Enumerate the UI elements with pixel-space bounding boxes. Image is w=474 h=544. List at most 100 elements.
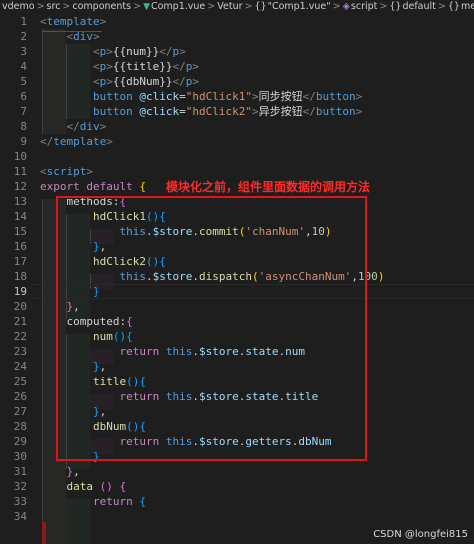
line-number: 15	[13, 225, 27, 238]
code-text: <script>	[40, 164, 93, 179]
code-line[interactable]: 1 <template>	[0, 14, 474, 29]
code-token: <	[92, 45, 100, 58]
breadcrumb-item-script[interactable]: script	[351, 1, 377, 12]
module-braces-icon: {}	[254, 1, 267, 12]
line-number: 24	[13, 360, 27, 373]
code-token: >	[106, 45, 113, 58]
line-number: 22	[13, 330, 27, 343]
code-text: button @click="hdClick2">异步按钮</button>	[40, 104, 362, 119]
code-text: <p>{{num}}</p>	[40, 44, 186, 59]
line-number: 30	[13, 450, 27, 463]
code-line[interactable]: 5 <p>{{dbNum}}</p>	[0, 74, 474, 89]
code-token: {	[139, 180, 146, 193]
code-token: </	[66, 120, 80, 133]
code-token: 异步按钮	[258, 105, 303, 118]
breadcrumb-item-module[interactable]: "Comp1.vue"	[268, 1, 331, 12]
code-token: >	[192, 60, 199, 73]
code-token: >	[192, 75, 199, 88]
watermark: CSDN @longfei815	[373, 529, 468, 540]
breadcrumb-item-components[interactable]: components	[72, 1, 131, 12]
line-number: 21	[13, 315, 27, 328]
code-token: >	[99, 120, 107, 133]
line-number: 27	[13, 405, 27, 418]
line-number: 33	[13, 495, 27, 508]
code-token: button	[92, 105, 133, 118]
code-token: </	[302, 105, 316, 118]
line-number: 14	[13, 210, 27, 223]
line-number: 10	[13, 150, 27, 163]
code-line[interactable]: 9 </template>	[0, 134, 474, 149]
code-token: div	[79, 120, 100, 133]
code-line[interactable]: 11 <script>	[0, 164, 474, 179]
code-token: "hdClick1"	[185, 90, 252, 103]
code-token: {{title}}	[112, 60, 173, 73]
code-text: <template>	[40, 14, 106, 29]
code-line[interactable]: 33 return {	[0, 494, 474, 509]
code-text: </div>	[40, 119, 107, 134]
code-text: <p>{{title}}</p>	[40, 59, 199, 74]
code-token: {	[139, 495, 146, 508]
code-token: >	[179, 45, 186, 58]
code-line[interactable]: 4 <p>{{title}}</p>	[0, 59, 474, 74]
code-text: },	[40, 464, 80, 479]
line-number: 29	[13, 435, 27, 448]
breadcrumb-separator: >	[207, 1, 216, 12]
line-number: 5	[20, 75, 27, 88]
line-number: 2	[20, 30, 27, 43]
code-line[interactable]: 3 <p>{{num}}</p>	[0, 44, 474, 59]
breadcrumb-separator: >	[36, 1, 45, 12]
code-token: @click	[139, 90, 180, 103]
code-token: default	[86, 180, 133, 193]
code-token: =	[179, 90, 186, 103]
line-number: 26	[13, 390, 27, 403]
code-line[interactable]: 34	[0, 509, 474, 524]
line-number: 18	[13, 270, 27, 283]
breadcrumb-separator: >	[62, 1, 71, 12]
code-line[interactable]: 10	[0, 149, 474, 164]
line-number: 31	[13, 465, 27, 478]
line-number: 8	[20, 120, 27, 133]
line-number: 11	[13, 165, 27, 178]
code-token: >	[99, 15, 107, 28]
code-text: return {	[40, 494, 146, 509]
line-number: 34	[13, 510, 27, 523]
breadcrumb-item-file[interactable]: Comp1.vue	[151, 1, 205, 12]
code-token: >	[106, 75, 113, 88]
line-number: 28	[13, 420, 27, 433]
vue-file-icon: ▼	[143, 2, 150, 12]
line-number: 4	[20, 60, 27, 73]
line-number: 16	[13, 240, 27, 253]
code-token: button	[315, 105, 356, 118]
code-token: </	[302, 90, 316, 103]
line-number: 17	[13, 255, 27, 268]
code-token: {{dbNum}}	[112, 75, 173, 88]
code-token: >	[106, 60, 113, 73]
breadcrumb-item-vetur[interactable]: Vetur	[217, 1, 242, 12]
code-token: </	[172, 75, 186, 88]
code-token: template	[53, 135, 107, 148]
breadcrumb-separator: >	[133, 1, 142, 12]
breadcrumb-item-vdemo[interactable]: vdemo	[2, 1, 35, 12]
line-number: 12	[13, 180, 27, 193]
code-line[interactable]: 31 },	[0, 464, 474, 479]
code-token: >	[355, 90, 363, 103]
line-number: 32	[13, 480, 27, 493]
breadcrumb-item-src[interactable]: src	[47, 1, 61, 12]
code-line[interactable]: 6 button @click="hdClick1">同步按钮</button>	[0, 89, 474, 104]
code-line[interactable]: 32 data () {	[0, 479, 474, 494]
line-number: 13	[13, 195, 27, 208]
breadcrumb-item-default[interactable]: default	[402, 1, 435, 12]
code-line[interactable]: 7 button @click="hdClick2">异步按钮</button>	[0, 104, 474, 119]
error-marker	[42, 522, 46, 544]
breadcrumb-separator: >	[244, 1, 253, 12]
code-text: </template>	[40, 134, 113, 149]
code-token: =	[179, 105, 186, 118]
code-token: 同步按钮	[258, 90, 303, 103]
code-token: ,	[73, 465, 80, 478]
breadcrumb-item-methods[interactable]: methods	[461, 1, 474, 12]
code-line[interactable]: 8 </div>	[0, 119, 474, 134]
